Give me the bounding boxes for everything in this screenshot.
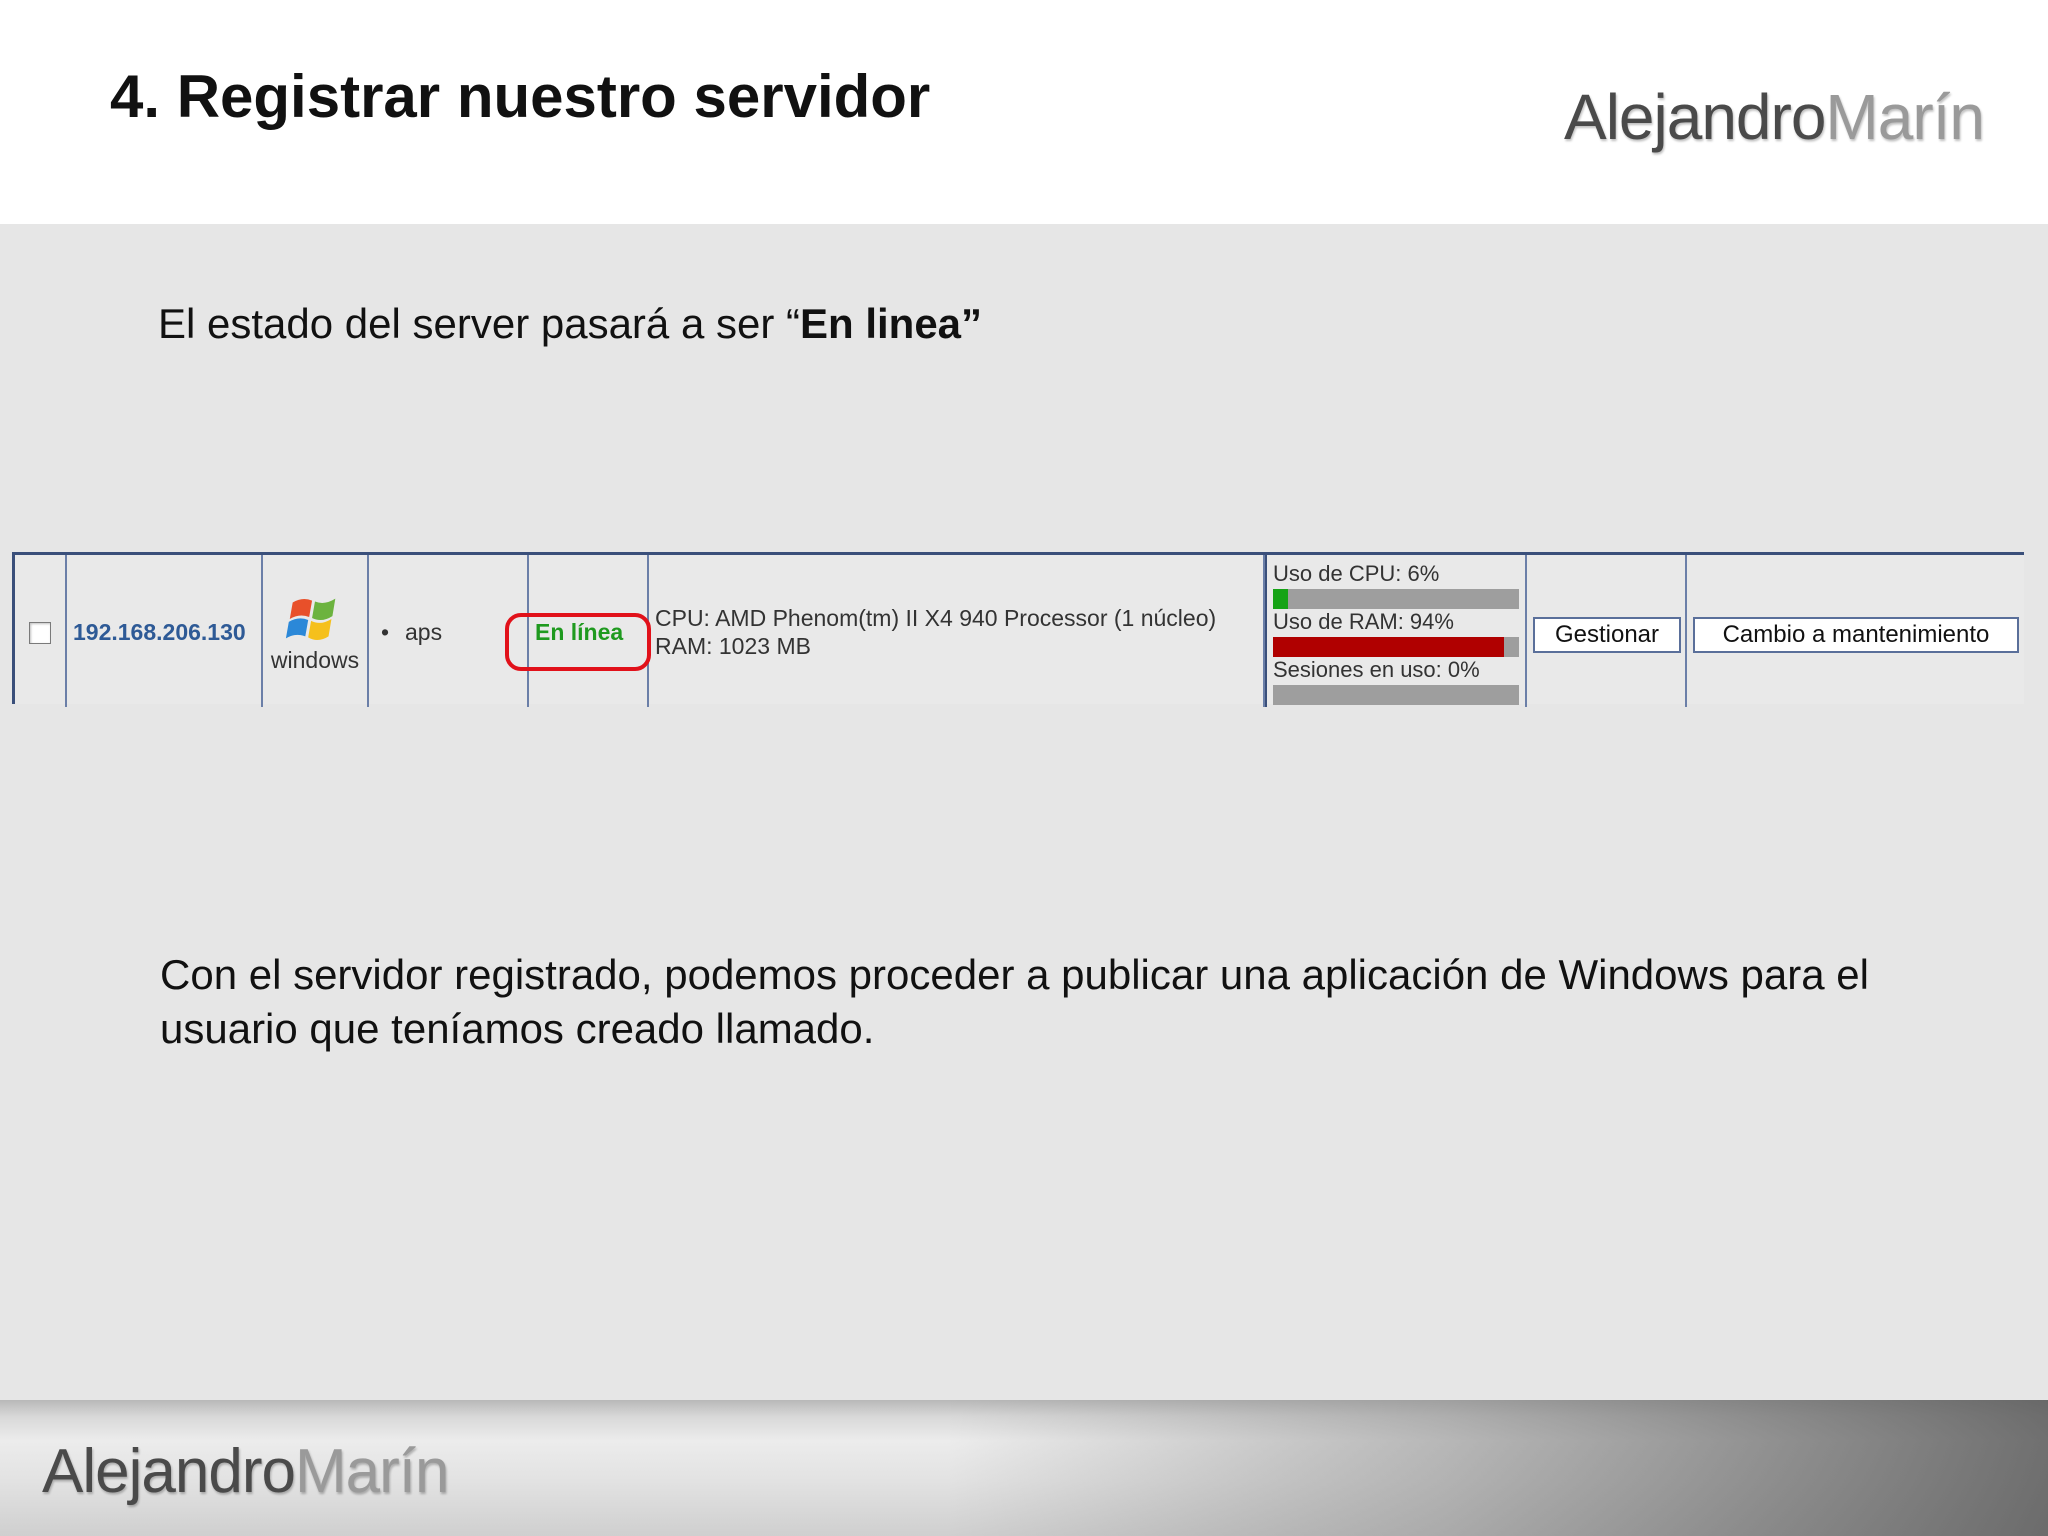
specs-cell: CPU: AMD Phenom(tm) II X4 940 Processor … bbox=[649, 555, 1265, 707]
maintenance-button[interactable]: Cambio a mantenimiento bbox=[1693, 617, 2019, 653]
brand-logo-bottom: AlejandroMarín bbox=[42, 1436, 449, 1507]
slide-header: 4. Registrar nuestro servidor AlejandroM… bbox=[0, 0, 2048, 224]
server-name: aps bbox=[405, 619, 443, 645]
intro-text: El estado del server pasará a ser “En li… bbox=[158, 300, 982, 348]
os-label: windows bbox=[270, 647, 360, 673]
usage-cell: Uso de CPU: 6% Uso de RAM: 94% Sesiones … bbox=[1265, 555, 1527, 707]
logo-part-1: Alejandro bbox=[1564, 81, 1826, 153]
server-ip-link[interactable]: 192.168.206.130 bbox=[73, 619, 246, 646]
cpu-usage-fill bbox=[1273, 589, 1288, 609]
bullet: • bbox=[381, 619, 390, 645]
server-table-row: 192.168.206.130 windows • aps En línea C… bbox=[12, 552, 2027, 707]
ram-usage-fill bbox=[1273, 637, 1505, 657]
row-select-checkbox[interactable] bbox=[29, 622, 51, 644]
server-name-cell: • aps bbox=[369, 555, 529, 707]
slide-title: 4. Registrar nuestro servidor bbox=[110, 63, 931, 130]
ram-usage-label: Uso de RAM: 94% bbox=[1273, 609, 1454, 634]
status-online-label: En línea bbox=[535, 619, 624, 645]
logo-part-2: Marín bbox=[294, 1437, 449, 1506]
sessions-usage-bar bbox=[1273, 685, 1519, 705]
maintenance-cell: Cambio a mantenimiento bbox=[1687, 555, 2027, 707]
slide-footer: AlejandroMarín bbox=[0, 1400, 2048, 1536]
ip-cell: 192.168.206.130 bbox=[67, 555, 263, 707]
sessions-usage-label: Sesiones en uso: 0% bbox=[1273, 657, 1480, 682]
os-cell: windows bbox=[263, 555, 369, 707]
status-cell: En línea bbox=[505, 555, 651, 707]
intro-text-bold: En linea” bbox=[799, 300, 983, 347]
logo-part-1: Alejandro bbox=[42, 1437, 296, 1506]
body-paragraph: Con el servidor registrado, podemos proc… bbox=[160, 951, 1869, 1052]
intro-text-prefix: El estado del server pasará a ser “ bbox=[158, 300, 800, 347]
spec-cpu: CPU: AMD Phenom(tm) II X4 940 Processor … bbox=[655, 605, 1217, 631]
logo-part-2: Marín bbox=[1825, 81, 1985, 153]
ram-usage-bar bbox=[1273, 637, 1519, 657]
spec-ram: RAM: 1023 MB bbox=[655, 633, 811, 659]
manage-button[interactable]: Gestionar bbox=[1533, 617, 1681, 653]
manage-cell: Gestionar bbox=[1527, 555, 1687, 707]
windows-flag-icon bbox=[285, 598, 336, 641]
cpu-usage-bar bbox=[1273, 589, 1519, 609]
brand-logo-top: AlejandroMarín bbox=[1564, 80, 1985, 154]
select-cell bbox=[15, 555, 67, 707]
cpu-usage-label: Uso de CPU: 6% bbox=[1273, 561, 1440, 586]
slide-body: El estado del server pasará a ser “En li… bbox=[0, 224, 2048, 1400]
